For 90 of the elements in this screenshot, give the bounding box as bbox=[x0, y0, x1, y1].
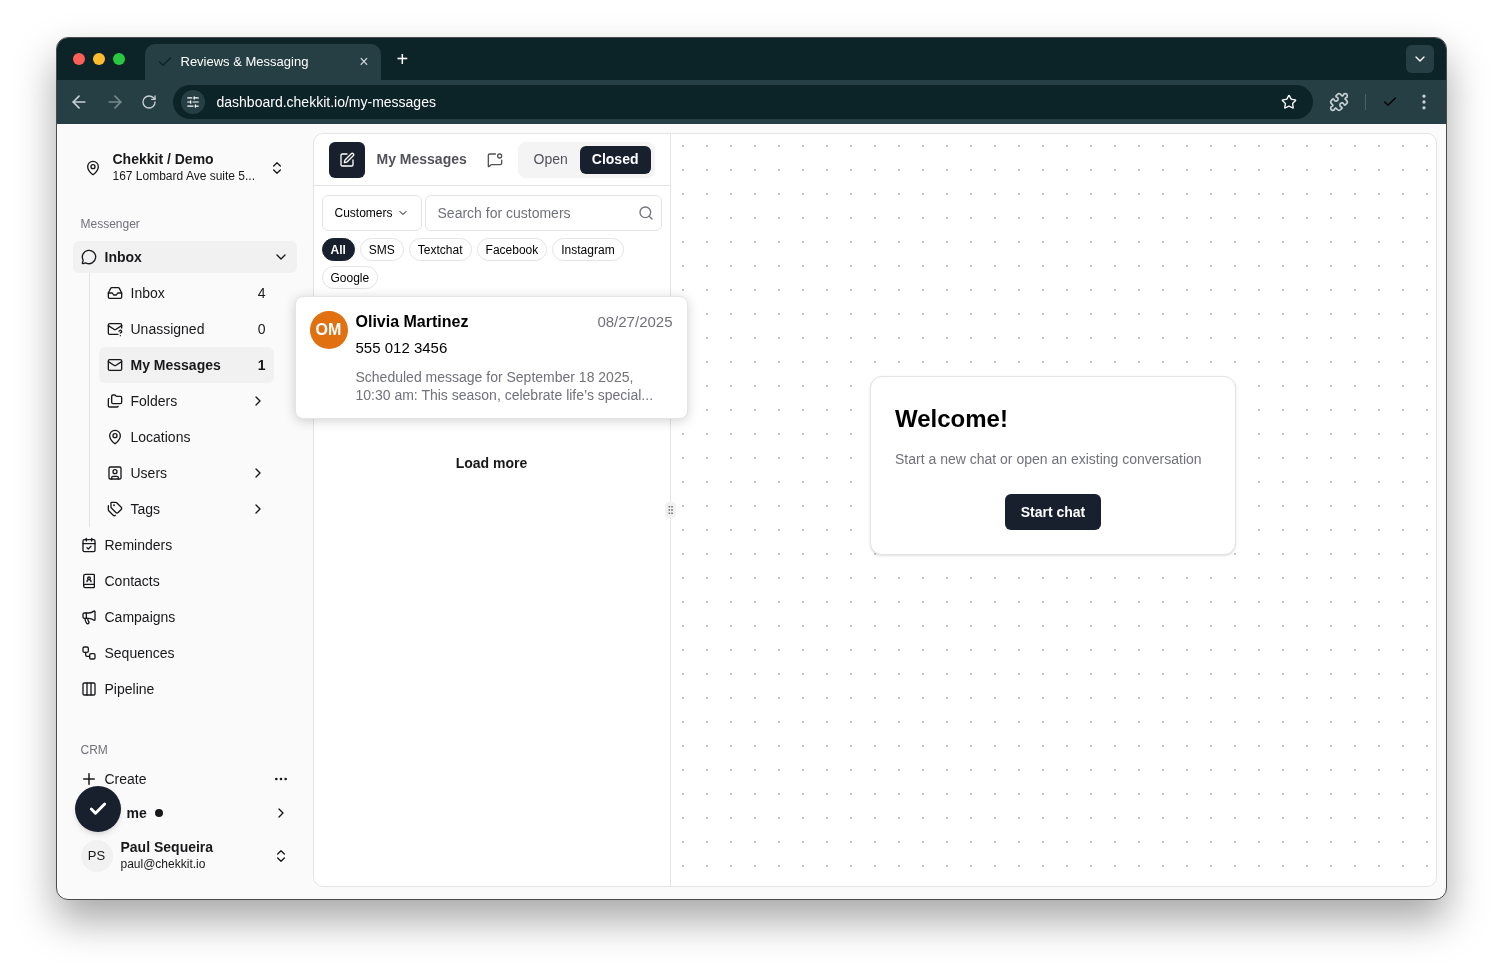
plus-icon bbox=[82, 773, 95, 785]
map-pin-icon bbox=[84, 159, 101, 176]
nav-label: Locations bbox=[130, 427, 192, 447]
message-preview: Scheduled message for September 18 2025, 10:30 am: This season, celebrate life’s special... bbox=[355, 367, 655, 404]
nav-item[interactable]: Tags bbox=[98, 491, 274, 527]
user-badge-icon bbox=[106, 465, 123, 481]
nav-item[interactable]: Sequences bbox=[72, 635, 297, 671]
nav-label: Sequences bbox=[104, 643, 175, 663]
mail-question-icon bbox=[106, 321, 123, 337]
nav-label: Inbox bbox=[104, 247, 143, 267]
tab-list-button[interactable] bbox=[1405, 45, 1434, 73]
site-settings-icon[interactable] bbox=[185, 95, 200, 109]
search-field[interactable]: Search for customers bbox=[424, 195, 662, 231]
nav-label: Folders bbox=[130, 391, 179, 411]
folders-icon bbox=[106, 393, 123, 409]
address-bar[interactable]: dashboard.chekkit.io/my-messages bbox=[172, 85, 1313, 119]
message-date: 08/27/2025 bbox=[597, 312, 673, 332]
resize-handle[interactable] bbox=[664, 502, 676, 518]
org-name: Chekkit / Demo bbox=[112, 151, 215, 168]
count-label: 4 bbox=[257, 283, 266, 303]
nav-item[interactable]: Unassigned 0 bbox=[98, 311, 274, 347]
nav-label: Unassigned bbox=[130, 319, 206, 339]
location-switcher[interactable]: Chekkit / Demo 167 Lombard Ave suite 5... bbox=[72, 143, 297, 192]
nav-label: Create bbox=[104, 771, 148, 787]
tags-icon bbox=[106, 501, 123, 517]
contact-phone: 555 012 3456 bbox=[355, 337, 449, 358]
status-tab[interactable]: Open bbox=[521, 145, 580, 174]
nav-item[interactable]: me bbox=[72, 793, 297, 833]
extensions-icon[interactable] bbox=[1328, 92, 1349, 112]
nav-item[interactable]: Locations bbox=[98, 419, 274, 455]
contact-book-icon bbox=[80, 573, 97, 589]
nav-group-header[interactable]: Inbox bbox=[72, 241, 297, 273]
browser-tab[interactable]: Reviews & Messaging × bbox=[144, 44, 381, 80]
panel-title: My Messages bbox=[376, 150, 467, 169]
section-label: Messenger bbox=[79, 216, 141, 233]
tab-close-button[interactable]: × bbox=[359, 50, 369, 74]
workflow-icon bbox=[80, 645, 97, 661]
nav-item[interactable]: Pipeline bbox=[72, 671, 297, 707]
calendar-check-icon bbox=[80, 537, 97, 553]
status-tab[interactable]: Closed bbox=[579, 145, 651, 174]
mail-icon bbox=[106, 357, 123, 373]
map-pin-icon bbox=[106, 429, 123, 445]
user-email: paul@chekkit.io bbox=[120, 856, 207, 872]
inbox-tray-icon bbox=[106, 285, 123, 301]
bookmark-star-icon[interactable] bbox=[1280, 94, 1297, 110]
user-switcher[interactable]: PS Paul Sequeira paul@chekkit.io bbox=[72, 835, 297, 876]
customers-dropdown[interactable]: Customers bbox=[321, 195, 422, 231]
nav-item[interactable]: Inbox 4 bbox=[98, 275, 274, 311]
nav-label: Inbox bbox=[130, 283, 166, 303]
contact-avatar: OM bbox=[309, 311, 348, 349]
welcome-title: Welcome! bbox=[895, 404, 1009, 434]
nav-item[interactable]: Users bbox=[98, 455, 274, 491]
reload-icon[interactable] bbox=[140, 94, 157, 110]
nav-label: me bbox=[126, 803, 147, 823]
conversation-card[interactable]: OM Olivia Martinez 08/27/2025 555 012 3456 Scheduled message for September 18 2025, 10:30 am: This season, celebrate life’s special... bbox=[294, 296, 688, 419]
megaphone-icon bbox=[80, 609, 97, 625]
nav-label: Contacts bbox=[104, 571, 160, 591]
nav-label: Users bbox=[130, 463, 169, 483]
nav-label: Campaigns bbox=[104, 607, 176, 627]
user-avatar: PS bbox=[80, 839, 113, 872]
user-name: Paul Sequeira bbox=[120, 839, 215, 856]
columns-icon bbox=[80, 681, 97, 697]
welcome-subtitle: Start a new chat or open an existing conversation bbox=[895, 450, 1203, 469]
nav-item[interactable]: My Messages 1 bbox=[98, 347, 274, 383]
section-label: CRM bbox=[79, 742, 109, 759]
chat-bubble-icon bbox=[80, 249, 97, 265]
search-icon bbox=[637, 205, 654, 221]
url-text: dashboard.chekkit.io/my-messages bbox=[216, 92, 437, 112]
contact-name: Olivia Martinez bbox=[355, 312, 470, 332]
nav-item[interactable]: Reminders bbox=[72, 527, 297, 563]
nav-item[interactable]: Campaigns bbox=[72, 599, 297, 635]
nav-label: Pipeline bbox=[104, 679, 155, 699]
nav-label: Tags bbox=[130, 499, 162, 519]
start-chat-button[interactable]: Start chat bbox=[1004, 494, 1102, 530]
compose-icon bbox=[338, 151, 355, 168]
chat-flag-icon[interactable] bbox=[486, 151, 503, 168]
nav-label: My Messages bbox=[130, 355, 222, 375]
org-address: 167 Lombard Ave suite 5... bbox=[112, 168, 257, 184]
create-item[interactable]: Create bbox=[72, 765, 297, 793]
floating-check-button[interactable] bbox=[74, 786, 121, 832]
nav-label: Reminders bbox=[104, 535, 173, 555]
compose-button[interactable] bbox=[328, 141, 365, 178]
count-label: 0 bbox=[257, 319, 266, 339]
nav-item[interactable]: Folders bbox=[98, 383, 274, 419]
tab-title: Reviews & Messaging bbox=[180, 53, 310, 72]
channel-chip[interactable]: All bbox=[321, 238, 355, 261]
nav-item[interactable]: Contacts bbox=[72, 563, 297, 599]
load-more-button[interactable]: Load more bbox=[443, 448, 540, 478]
count-label: 1 bbox=[257, 355, 266, 375]
new-tab-button[interactable]: + bbox=[396, 44, 409, 74]
